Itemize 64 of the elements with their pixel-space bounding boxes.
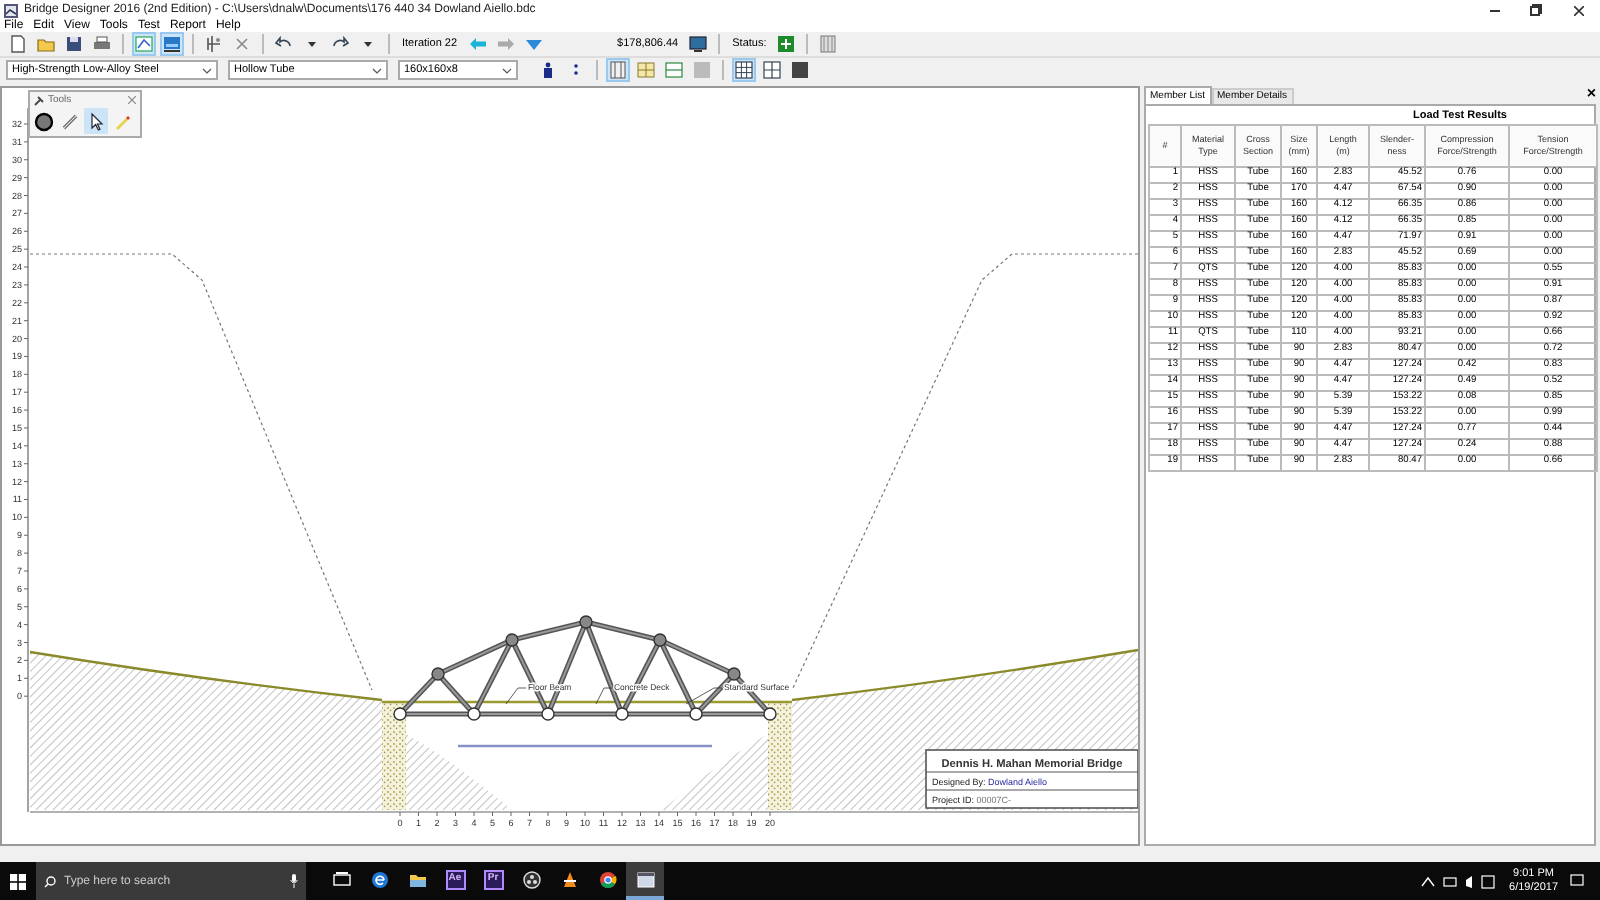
fine-grid-icon bbox=[734, 60, 754, 81]
save-button[interactable] bbox=[62, 32, 86, 57]
windows-logo-icon bbox=[10, 873, 26, 889]
members-icon bbox=[204, 34, 224, 55]
auto-fix-button[interactable] bbox=[202, 32, 226, 57]
close-icon bbox=[1573, 5, 1583, 15]
coarse-grid-button[interactable] bbox=[788, 58, 812, 83]
cross-icon bbox=[232, 34, 252, 55]
bridge-designer-button[interactable] bbox=[626, 862, 664, 900]
plus-icon bbox=[776, 34, 797, 55]
split-panel-icon bbox=[664, 60, 684, 81]
eraser-icon bbox=[112, 111, 132, 132]
columns-icon bbox=[608, 60, 628, 81]
circle-icon bbox=[34, 111, 54, 132]
ground-hatch bbox=[662, 734, 768, 811]
filled-square-icon bbox=[692, 60, 712, 81]
new-button[interactable] bbox=[6, 32, 30, 57]
label-grid-icon bbox=[636, 60, 656, 81]
cone-icon bbox=[559, 869, 579, 889]
medium-grid-icon bbox=[762, 60, 782, 81]
fine-grid-button[interactable] bbox=[732, 58, 756, 83]
drawing-board-button[interactable] bbox=[132, 32, 156, 57]
monitor-icon bbox=[688, 34, 709, 55]
restore-icon bbox=[1530, 4, 1542, 16]
chevron-icon bbox=[502, 67, 512, 74]
e-globe-icon bbox=[369, 869, 389, 889]
chevron-icon bbox=[202, 67, 212, 74]
solid-grid-icon bbox=[790, 60, 810, 81]
pointer-icon bbox=[86, 111, 106, 132]
search-icon bbox=[44, 875, 56, 887]
down-triangle-icon bbox=[523, 34, 544, 55]
member-labels-button[interactable] bbox=[634, 58, 658, 83]
chrome-logo-icon bbox=[597, 869, 617, 889]
printer-icon bbox=[92, 34, 112, 55]
folder-icon bbox=[407, 869, 427, 889]
medium-grid-button[interactable] bbox=[760, 58, 784, 83]
notification-icon[interactable] bbox=[1570, 874, 1584, 888]
chevron-icon bbox=[372, 67, 382, 74]
close-button[interactable]: × bbox=[1586, 86, 1596, 103]
status-button[interactable] bbox=[774, 32, 799, 57]
cost-report-button[interactable] bbox=[686, 32, 711, 57]
tray-icons[interactable] bbox=[1417, 873, 1498, 889]
microphone-icon bbox=[290, 874, 298, 888]
pencil-line-icon bbox=[60, 111, 80, 132]
abutment bbox=[382, 702, 406, 811]
drafting-icon bbox=[134, 34, 154, 55]
windows-stack-icon bbox=[331, 869, 351, 889]
right-arrow-icon bbox=[495, 34, 516, 55]
leader-line bbox=[505, 688, 527, 705]
app-icon bbox=[4, 3, 18, 17]
window-icon bbox=[635, 869, 655, 889]
leader-line bbox=[685, 688, 723, 705]
ground-hatch bbox=[406, 734, 512, 811]
close-icon[interactable] bbox=[128, 96, 136, 105]
circle-logo-icon bbox=[521, 869, 541, 889]
folder-icon bbox=[36, 34, 56, 55]
person-icon bbox=[538, 60, 558, 81]
hammer-icon bbox=[34, 95, 44, 106]
minimize-icon bbox=[1489, 9, 1499, 11]
leader-line bbox=[595, 688, 613, 705]
abutment bbox=[768, 702, 792, 811]
joint-tool[interactable] bbox=[32, 108, 56, 135]
left-arrow-icon bbox=[467, 34, 488, 55]
select-tool[interactable] bbox=[84, 108, 108, 135]
